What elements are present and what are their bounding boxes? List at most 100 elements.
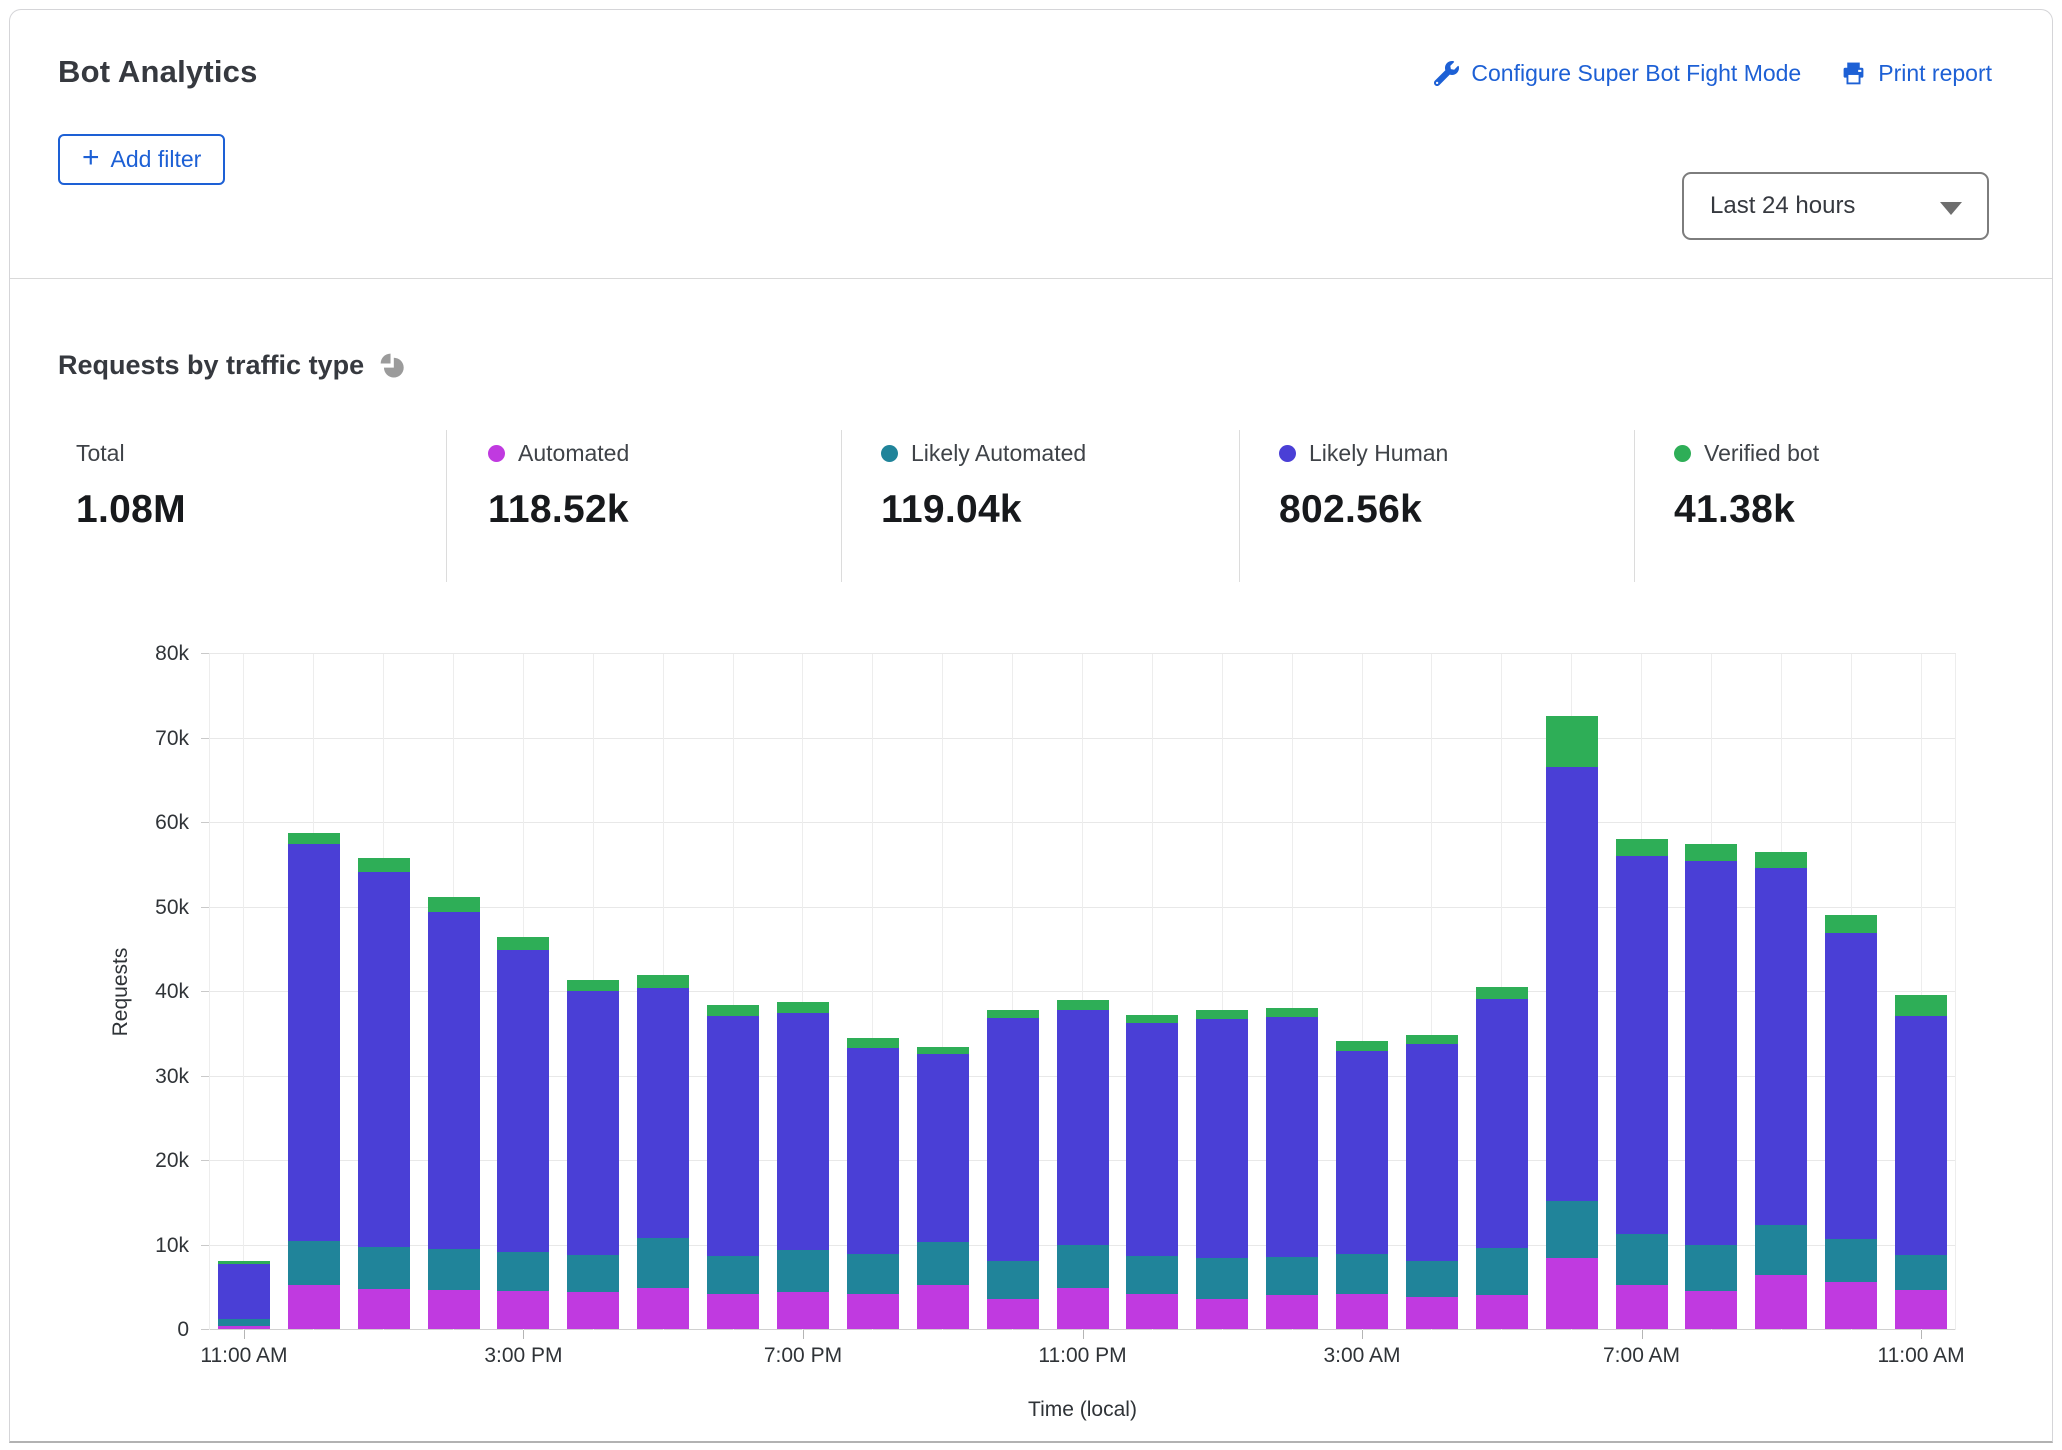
add-filter-button[interactable]: + Add filter <box>58 134 225 185</box>
header-divider <box>10 278 2052 279</box>
bar-segment-likely-human <box>1196 1019 1248 1258</box>
bar-segment-automated <box>1266 1295 1318 1329</box>
bar-segment-verified-bot <box>1825 915 1877 933</box>
bar-segment-verified-bot <box>428 897 480 911</box>
bar-segment-verified-bot <box>1406 1035 1458 1044</box>
print-report-link[interactable]: Print report <box>1841 60 1992 87</box>
bar-segment-verified-bot <box>637 975 689 988</box>
bar-segment-likely-human <box>358 872 410 1247</box>
x-tick-label: 7:00 PM <box>764 1344 842 1368</box>
y-tick <box>201 822 209 823</box>
y-tick <box>201 1160 209 1161</box>
printer-icon <box>1841 61 1866 86</box>
stat-total: Total 1.08M <box>76 440 186 532</box>
bar-segment-automated <box>1825 1282 1877 1329</box>
print-link-label: Print report <box>1878 60 1992 87</box>
x-tick <box>523 1330 524 1339</box>
stacked-bar <box>497 937 549 1329</box>
bar-segment-automated <box>777 1292 829 1329</box>
traffic-type-stats: Total 1.08M Automated 118.52k Likely Aut… <box>10 430 2052 582</box>
add-filter-label: Add filter <box>111 146 202 173</box>
likely-human-dot <box>1279 445 1296 462</box>
bar-segment-verified-bot <box>1336 1041 1388 1051</box>
bar-segment-likely-automated <box>1685 1245 1737 1291</box>
x-tick <box>1083 1330 1084 1339</box>
y-tick <box>201 1329 209 1330</box>
bar-segment-likely-automated <box>1057 1245 1109 1288</box>
requests-by-traffic-type-chart: 010k20k30k40k50k60k70k80k11:00 AM3:00 PM… <box>209 654 1956 1330</box>
bar-segment-likely-automated <box>917 1242 969 1285</box>
stat-likely-automated: Likely Automated 119.04k <box>881 440 1086 532</box>
x-tick-label: 11:00 AM <box>200 1344 287 1368</box>
bar-segment-automated <box>1196 1299 1248 1329</box>
configure-super-bot-fight-mode-link[interactable]: Configure Super Bot Fight Mode <box>1434 60 1801 87</box>
stacked-bar <box>637 975 689 1329</box>
stacked-bar <box>1126 1015 1178 1329</box>
bar-segment-likely-automated <box>707 1256 759 1294</box>
bar-segment-likely-automated <box>1266 1257 1318 1295</box>
stacked-bar <box>917 1047 969 1329</box>
bar-segment-likely-human <box>1825 933 1877 1240</box>
y-tick <box>201 738 209 739</box>
stacked-bar <box>1336 1041 1388 1329</box>
pie-chart-icon <box>379 352 407 380</box>
stacked-bar <box>1546 716 1598 1329</box>
stat-total-label: Total <box>76 440 125 467</box>
bar-segment-automated <box>1895 1290 1947 1329</box>
plus-icon: + <box>82 143 100 173</box>
bar-segment-likely-human <box>1126 1023 1178 1256</box>
bar-segment-likely-automated <box>777 1250 829 1291</box>
y-tick-label: 30k <box>89 1064 189 1090</box>
bar-segment-automated <box>1476 1295 1528 1329</box>
bar-segment-automated <box>987 1299 1039 1329</box>
stacked-bar <box>1895 995 1947 1329</box>
bar-segment-verified-bot <box>1266 1008 1318 1017</box>
bar-segment-likely-human <box>987 1018 1039 1261</box>
bar-segment-likely-human <box>1755 868 1807 1225</box>
stat-total-value: 1.08M <box>76 488 186 532</box>
x-tick <box>1921 1330 1922 1339</box>
bar-segment-likely-human <box>497 950 549 1253</box>
configure-link-label: Configure Super Bot Fight Mode <box>1471 60 1801 87</box>
stat-automated-value: 118.52k <box>488 488 629 532</box>
y-tick-label: 10k <box>89 1233 189 1259</box>
bar-segment-likely-automated <box>218 1319 270 1326</box>
bar-segment-automated <box>847 1294 899 1329</box>
bar-segment-likely-human <box>1546 767 1598 1200</box>
bar-segment-automated <box>567 1292 619 1329</box>
stacked-bar <box>1266 1008 1318 1329</box>
stacked-bar <box>987 1010 1039 1329</box>
bar-segment-verified-bot <box>707 1005 759 1016</box>
chevron-down-icon <box>1940 202 1962 215</box>
bar-segment-automated <box>497 1291 549 1329</box>
time-range-select[interactable]: Last 24 hours <box>1682 172 1989 240</box>
y-tick-label: 80k <box>89 641 189 667</box>
bar-segment-automated <box>1616 1285 1668 1329</box>
bar-segment-likely-human <box>567 991 619 1255</box>
stat-likely-human: Likely Human 802.56k <box>1279 440 1448 532</box>
stacked-bar <box>707 1005 759 1329</box>
stacked-bar <box>1755 852 1807 1329</box>
bar-segment-likely-human <box>707 1016 759 1255</box>
stat-verified-bot-label: Verified bot <box>1704 440 1819 467</box>
y-tick <box>201 653 209 654</box>
bar-segment-likely-human <box>1057 1010 1109 1245</box>
bar-segment-likely-human <box>288 844 340 1241</box>
stat-divider <box>446 430 447 582</box>
bar-segment-likely-automated <box>1196 1258 1248 1299</box>
plot-right-edge <box>1955 654 1956 1330</box>
bar-segment-verified-bot <box>847 1038 899 1048</box>
stat-likely-human-label: Likely Human <box>1309 440 1448 467</box>
x-tick-label: 11:00 PM <box>1038 1344 1126 1368</box>
y-axis-title: Requests <box>109 932 133 1052</box>
bar-segment-likely-automated <box>1825 1239 1877 1281</box>
time-range-value: Last 24 hours <box>1710 192 1855 220</box>
likely-automated-dot <box>881 445 898 462</box>
bar-segment-likely-automated <box>1616 1234 1668 1285</box>
y-tick-label: 40k <box>89 979 189 1005</box>
y-tick-label: 50k <box>89 895 189 921</box>
bar-segment-automated <box>1057 1288 1109 1329</box>
y-tick-label: 20k <box>89 1148 189 1174</box>
stat-likely-automated-value: 119.04k <box>881 488 1086 532</box>
bar-segment-verified-bot <box>567 980 619 991</box>
